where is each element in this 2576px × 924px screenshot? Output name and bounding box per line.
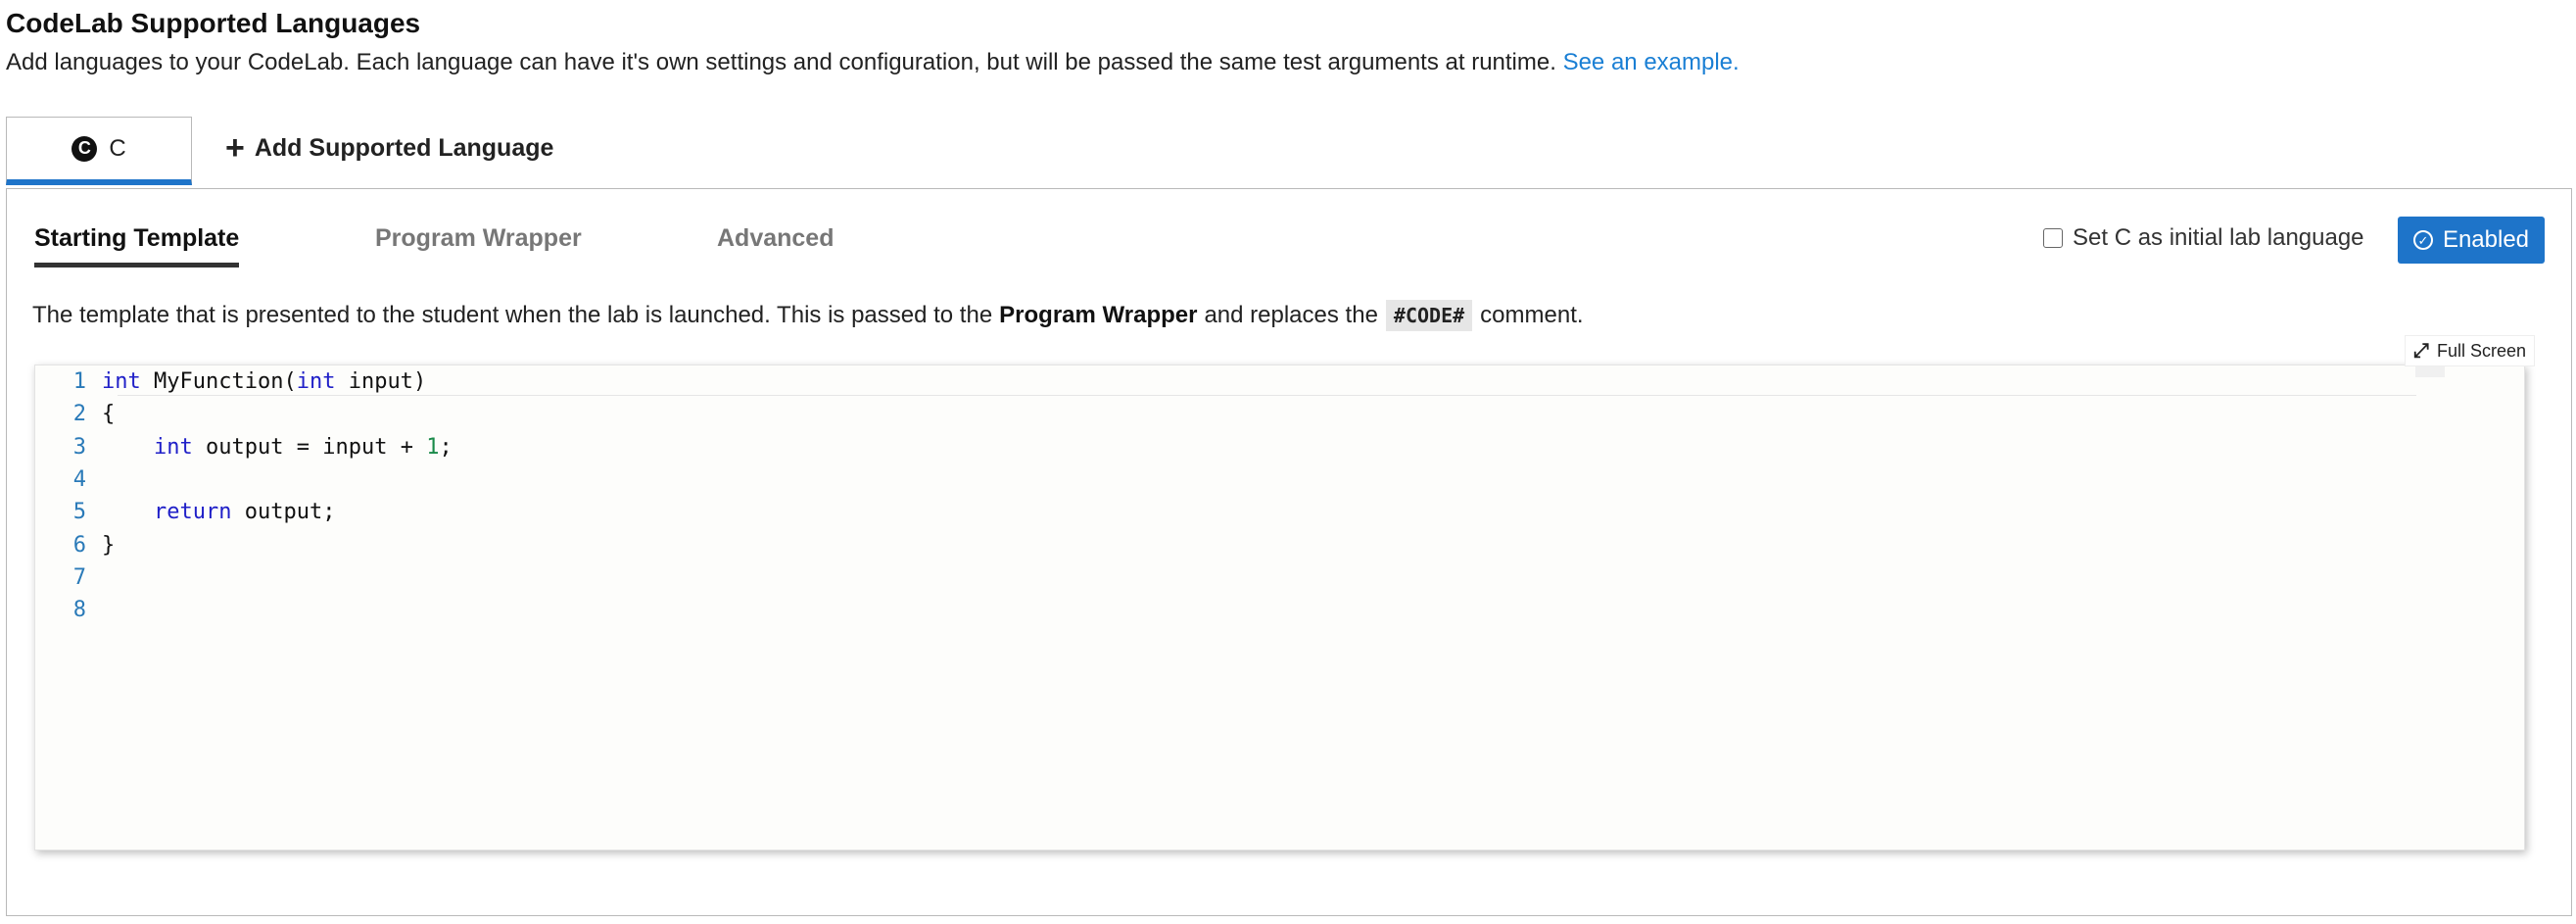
section-title: CodeLab Supported Languages — [6, 8, 421, 38]
add-supported-language-button[interactable]: + Add Supported Language — [225, 129, 554, 167]
enabled-button[interactable]: ✓ Enabled — [2398, 217, 2545, 264]
c-language-icon: C — [72, 135, 98, 162]
code-line[interactable]: 2{ — [35, 398, 453, 430]
add-supported-language-label: Add Supported Language — [254, 133, 554, 162]
tab-advanced[interactable]: Advanced — [717, 224, 834, 253]
full-screen-label: Full Screen — [2437, 340, 2527, 361]
template-description-suffix: comment. — [1480, 302, 1584, 328]
line-number: 6 — [72, 532, 86, 558]
template-description-bold: Program Wrapper — [999, 302, 1198, 328]
tab-language-label: C — [109, 134, 126, 162]
code-line[interactable]: 1 int MyFunction(int input) — [35, 365, 453, 398]
line-number: 1 — [72, 369, 86, 395]
editor-minimap[interactable] — [2415, 365, 2445, 377]
line-code[interactable]: int MyFunction(int input) — [102, 369, 426, 394]
initial-language-option[interactable]: Set C as initial lab language — [2043, 224, 2364, 252]
template-description: The template that is presented to the st… — [32, 300, 1584, 331]
code-line[interactable]: 6} — [35, 528, 453, 560]
line-code[interactable]: { — [102, 402, 115, 426]
section-description: Add languages to your CodeLab. Each lang… — [6, 49, 1740, 76]
line-number: 8 — [72, 598, 86, 623]
template-description-middle: and replaces the — [1204, 302, 1378, 328]
initial-language-label: Set C as initial lab language — [2073, 224, 2364, 251]
current-line-guide — [118, 395, 2416, 396]
line-number: 5 — [72, 500, 86, 525]
line-number: 2 — [72, 402, 86, 427]
initial-language-checkbox[interactable] — [2043, 228, 2063, 248]
expand-icon: ⤢ — [2413, 339, 2429, 362]
line-code[interactable]: int output = input + 1; — [102, 435, 453, 460]
code-line[interactable]: 8 — [35, 594, 453, 626]
code-line[interactable]: 3 int output = input + 1; — [35, 431, 453, 463]
full-screen-button[interactable]: ⤢ Full Screen — [2405, 335, 2536, 366]
section-description-text: Add languages to your CodeLab. Each lang… — [6, 49, 1556, 75]
line-code[interactable]: } — [102, 533, 115, 558]
tab-starting-template[interactable]: Starting Template — [34, 224, 240, 267]
line-number: 4 — [72, 467, 86, 493]
check-circle-icon: ✓ — [2412, 230, 2433, 250]
line-code[interactable]: return output; — [102, 500, 335, 524]
see-example-link[interactable]: See an example. — [1563, 49, 1740, 75]
code-line[interactable]: 7 — [35, 561, 453, 594]
code-line[interactable]: 4 — [35, 463, 453, 496]
code-editor[interactable]: 1 int MyFunction(int input) 2{3 int output… — [34, 365, 2525, 851]
line-number: 7 — [72, 564, 86, 590]
page: CodeLab Supported Languages Add language… — [0, 0, 2576, 924]
tab-language-c[interactable]: C C — [6, 117, 192, 185]
template-description-prefix: The template that is presented to the st… — [32, 302, 993, 328]
line-number: 3 — [72, 434, 86, 460]
enabled-button-label: Enabled — [2442, 226, 2530, 253]
plus-icon: + — [225, 129, 245, 167]
code-line[interactable]: 5 return output; — [35, 496, 453, 528]
tab-program-wrapper[interactable]: Program Wrapper — [375, 224, 582, 253]
code-lines: 1 int MyFunction(int input) 2{3 int output… — [35, 365, 453, 626]
code-placeholder-chip: #CODE# — [1385, 300, 1473, 331]
